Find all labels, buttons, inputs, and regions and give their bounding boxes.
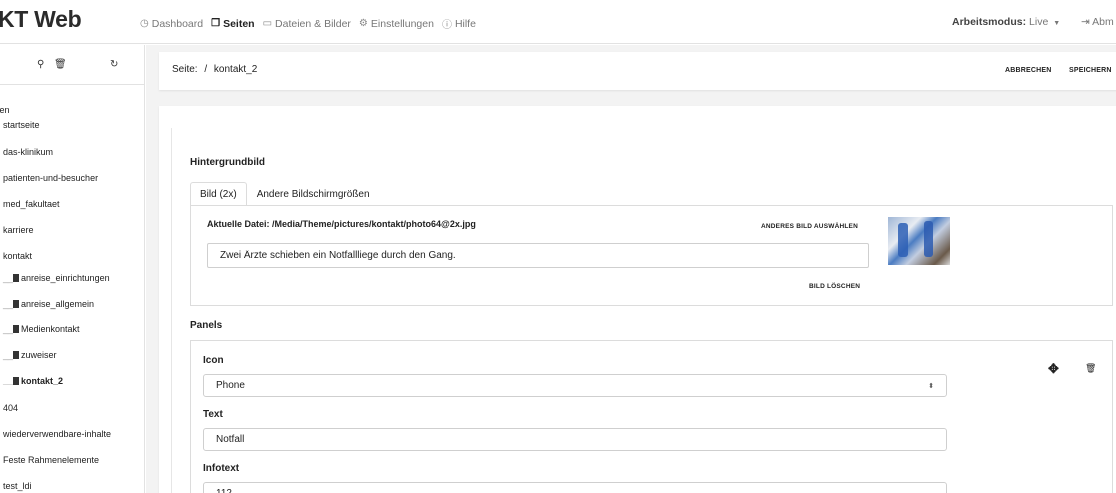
work-mode-value: Live (1029, 16, 1049, 28)
refresh-icon[interactable]: ↻ (110, 59, 118, 70)
tree-item-feste-rahmen[interactable]: Feste Rahmenelemente (3, 455, 99, 465)
tree-item-karriere[interactable]: karriere (3, 225, 34, 235)
chevron-down-icon: ▼ (1053, 20, 1061, 27)
background-image-title: Hintergrundbild (190, 157, 265, 168)
sidebar-toolbar: ⚲ 🗑 ↻ (0, 45, 145, 85)
infotext-field[interactable] (203, 482, 947, 493)
icon-field-label: Icon (203, 355, 224, 366)
tree-item-das-klinikum[interactable]: das-klinikum (3, 147, 53, 157)
icon-select-value: Phone (216, 380, 245, 391)
tree-item-zuweiser[interactable]: __ zuweiser (3, 350, 57, 360)
editor-card: Hintergrundbild Bild (2x) Andere Bildsch… (159, 106, 1116, 493)
document-icon (13, 351, 20, 359)
logout-icon: ⇥ (1081, 16, 1090, 28)
tree-item-label: kontakt_2 (21, 376, 64, 386)
text-field-label: Text (203, 409, 223, 420)
dashboard-icon: ◷ (140, 18, 149, 29)
tree-item-anreise-einrichtungen[interactable]: __ anreise_einrichtungen (3, 273, 110, 283)
app-brand[interactable]: KT Web (0, 6, 82, 33)
tree-item-medienkontakt[interactable]: __ Medienkontakt (3, 324, 80, 334)
logout-label: Abm (1092, 16, 1114, 28)
tree-item-startseite[interactable]: startseite (3, 120, 40, 130)
tree-item-kontakt-2[interactable]: __ kontakt_2 (3, 376, 63, 386)
nav-hilfe[interactable]: ⓘ Hilfe (441, 16, 476, 32)
divider (171, 128, 172, 493)
nav-dashboard[interactable]: ◷ Dashboard (140, 16, 203, 31)
info-icon: ⓘ (441, 20, 452, 31)
text-field[interactable] (203, 428, 947, 451)
current-file-label: Aktuelle Datei: /Media/Theme/pictures/ko… (207, 219, 476, 229)
infotext-field-label: Infotext (203, 463, 240, 474)
choose-image-button[interactable]: ANDERES BILD AUSWÄHLEN (761, 223, 858, 230)
gear-icon: ⚙ (358, 18, 368, 29)
nav-label: Einstellungen (370, 17, 434, 30)
breadcrumb-page[interactable]: kontakt_2 (214, 64, 257, 75)
panels-title: Panels (190, 320, 223, 331)
nav-einstellungen[interactable]: ⚙ Einstellungen (359, 16, 434, 31)
icon-select[interactable]: Phone ⬍ (203, 374, 947, 397)
alt-text-input[interactable] (207, 243, 869, 268)
breadcrumb-bar: Seite: / kontakt_2 ABBRECHEN SPEICHERN (159, 52, 1116, 90)
image-panel: Aktuelle Datei: /Media/Theme/pictures/ko… (190, 205, 1113, 306)
nav-label: Seiten (223, 17, 255, 30)
move-icon[interactable]: ✥ (1048, 361, 1059, 377)
tree-item-wiederverwendbare[interactable]: wiederverwendbare-inhalte (3, 429, 111, 439)
document-icon (13, 274, 20, 282)
tree-item-root[interactable]: ten (0, 105, 10, 115)
breadcrumb-prefix: Seite: (172, 64, 198, 75)
tree-item-404[interactable]: 404 (3, 403, 18, 413)
work-mode-label: Arbeitsmodus: (952, 16, 1027, 28)
document-icon (13, 325, 20, 333)
work-mode-dropdown[interactable]: Arbeitsmodus: Live ▼ (952, 16, 1060, 28)
pages-icon: ❐ (211, 18, 221, 29)
main-nav: ◷ Dashboard ❐ Seiten ▭ Dateien & Bilder … (140, 16, 476, 32)
trash-icon[interactable]: 🗑 (54, 59, 67, 70)
search-icon[interactable]: ⚲ (37, 59, 44, 70)
tree-item-patienten[interactable]: patienten-und-besucher (3, 173, 98, 183)
breadcrumb: Seite: / kontakt_2 (172, 64, 257, 75)
tree-item-test-ldi[interactable]: test_ldi (3, 481, 32, 491)
delete-image-button[interactable]: BILD LÖSCHEN (809, 283, 860, 290)
logout-link[interactable]: ⇥ Abm (1081, 16, 1114, 28)
panel-item: Icon Phone ⬍ ✥ 🗑 Text Infotext (190, 340, 1113, 493)
tree-item-label: anreise_allgemein (21, 299, 95, 309)
cancel-button[interactable]: ABBRECHEN (1005, 67, 1052, 74)
tab-andere-groessen[interactable]: Andere Bildschirmgrößen (247, 182, 380, 206)
breadcrumb-separator: / (204, 64, 208, 75)
tree-item-label: Medienkontakt (21, 324, 80, 334)
tree-item-label: zuweiser (21, 350, 57, 360)
tree-item-label: anreise_einrichtungen (21, 273, 110, 283)
tree-item-kontakt[interactable]: kontakt (3, 251, 32, 261)
select-arrows-icon: ⬍ (928, 382, 934, 390)
image-thumbnail[interactable] (888, 217, 950, 265)
trash-icon[interactable]: 🗑 (1085, 363, 1096, 374)
sidebar: ⚲ 🗑 ↻ ten startseite das-klinikum patien… (0, 45, 145, 493)
tree-item-med-fakultaet[interactable]: med_fakultaet (3, 199, 60, 209)
save-button[interactable]: SPEICHERN (1069, 67, 1112, 74)
nav-seiten[interactable]: ❐ Seiten (211, 16, 254, 31)
image-tabs: Bild (2x) Andere Bildschirmgrößen (190, 182, 380, 206)
main-content: Seite: / kontakt_2 ABBRECHEN SPEICHERN H… (146, 45, 1116, 493)
tree-item-anreise-allgemein[interactable]: __ anreise_allgemein (3, 299, 94, 309)
top-bar: KT Web ◷ Dashboard ❐ Seiten ▭ Dateien & … (0, 0, 1116, 44)
document-icon (13, 377, 20, 385)
nav-label: Dateien & Bilder (275, 17, 351, 30)
document-icon (13, 300, 20, 308)
nav-dateien-bilder[interactable]: ▭ Dateien & Bilder (263, 16, 351, 31)
nav-label: Hilfe (454, 17, 476, 30)
tab-bild-2x[interactable]: Bild (2x) (190, 182, 247, 206)
nav-label: Dashboard (151, 17, 204, 30)
folder-icon: ▭ (262, 18, 273, 29)
